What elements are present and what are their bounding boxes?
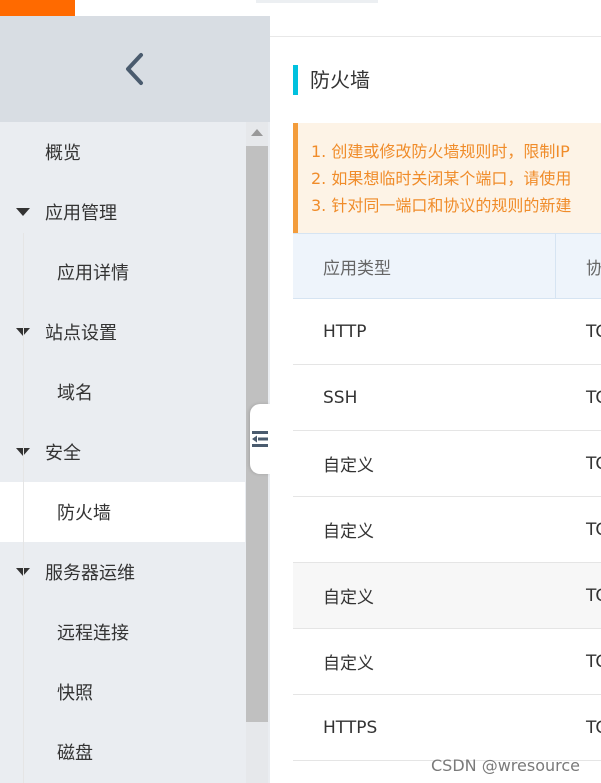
watermark: CSDN @wresource (431, 756, 580, 775)
sidebar-group-app-management[interactable]: 应用管理 (0, 182, 245, 242)
sidebar-toggle-handle[interactable] (250, 404, 270, 474)
top-bar (0, 0, 601, 16)
sidebar-item-label: 站点设置 (45, 323, 117, 344)
sidebar: 概览 应用管理 应用详情 站点设置 域名 安全 防火墙 服务器运维 远程连接 快… (0, 16, 270, 783)
caret-down-icon (16, 208, 30, 216)
cell-protocol: TC (586, 519, 601, 540)
title-accent-bar (293, 65, 298, 95)
sidebar-item-label: 服务器运维 (45, 563, 135, 584)
sidebar-item-label: 域名 (57, 383, 93, 404)
sidebar-item-label: 防火墙 (57, 503, 111, 524)
sidebar-item-overview[interactable]: 概览 (0, 122, 245, 182)
cell-app-type: 自定义 (323, 456, 374, 476)
top-tab-indicator (256, 0, 378, 3)
column-header-protocol[interactable]: 协 (586, 234, 601, 298)
sidebar-nav: 概览 应用管理 应用详情 站点设置 域名 安全 防火墙 服务器运维 远程连接 快… (0, 122, 245, 782)
cell-protocol: TC (586, 453, 601, 474)
collapse-menu-icon (252, 431, 268, 447)
sidebar-group-security[interactable]: 安全 (0, 422, 245, 482)
sidebar-group-server-ops[interactable]: 服务器运维 (0, 542, 245, 602)
table-row[interactable]: HTTPS TC (293, 695, 601, 761)
cell-app-type: 自定义 (323, 522, 374, 542)
divider (270, 36, 601, 37)
sidebar-item-disk[interactable]: 磁盘 (0, 722, 245, 782)
sidebar-item-domain[interactable]: 域名 (0, 362, 245, 422)
sidebar-item-label: 概览 (45, 143, 81, 164)
cell-protocol: TC (586, 651, 601, 672)
table-row[interactable]: 自定义 TC (293, 563, 601, 629)
sidebar-item-remote-connection[interactable]: 远程连接 (0, 602, 245, 662)
sidebar-item-firewall[interactable]: 防火墙 (0, 482, 245, 542)
cell-protocol: TC (586, 717, 601, 738)
sidebar-item-label: 应用详情 (57, 263, 129, 284)
sidebar-collapse-button[interactable] (0, 16, 270, 122)
brand-logo-area[interactable] (0, 0, 75, 16)
sidebar-item-label: 远程连接 (57, 623, 129, 644)
column-divider (555, 234, 556, 298)
sidebar-item-label: 安全 (45, 443, 81, 464)
cell-app-type: 自定义 (323, 654, 374, 674)
notice-line: 2. 如果想临时关闭某个端口，请使用 (311, 169, 572, 188)
firewall-rules-table: 应用类型 协 HTTP TC SSH TC 自定义 TC 自定义 TC 自定义 … (293, 233, 601, 761)
table-left-border (23, 233, 24, 783)
chevron-left-icon (126, 53, 143, 85)
cell-protocol: TC (586, 585, 601, 606)
table-row[interactable]: 自定义 TC (293, 629, 601, 695)
table-row[interactable]: SSH TC (293, 365, 601, 431)
table-header: 应用类型 协 (293, 233, 601, 299)
table-row[interactable]: HTTP TC (293, 299, 601, 365)
sidebar-item-snapshot[interactable]: 快照 (0, 662, 245, 722)
sidebar-item-label: 应用管理 (45, 203, 117, 224)
cell-app-type: HTTPS (323, 717, 378, 738)
notice-box: 1. 创建或修改防火墙规则时，限制IP 2. 如果想临时关闭某个端口，请使用 3… (293, 123, 601, 235)
scroll-up-arrow-icon[interactable] (251, 129, 263, 136)
sidebar-item-app-details[interactable]: 应用详情 (0, 242, 245, 302)
cell-protocol: TC (586, 321, 601, 342)
table-row[interactable]: 自定义 TC (293, 431, 601, 497)
sidebar-item-label: 快照 (57, 683, 93, 704)
cell-app-type: SSH (323, 387, 358, 408)
cell-app-type: 自定义 (323, 588, 374, 608)
sidebar-item-label: 磁盘 (57, 743, 93, 764)
column-header-app-type[interactable]: 应用类型 (323, 234, 391, 298)
table-row[interactable]: 自定义 TC (293, 497, 601, 563)
page-title: 防火墙 (310, 68, 370, 92)
notice-line: 1. 创建或修改防火墙规则时，限制IP (311, 142, 570, 161)
cell-protocol: TC (586, 387, 601, 408)
sidebar-group-site-settings[interactable]: 站点设置 (0, 302, 245, 362)
cell-app-type: HTTP (323, 321, 367, 342)
notice-line: 3. 针对同一端口和协议的规则的新建 (311, 196, 572, 215)
